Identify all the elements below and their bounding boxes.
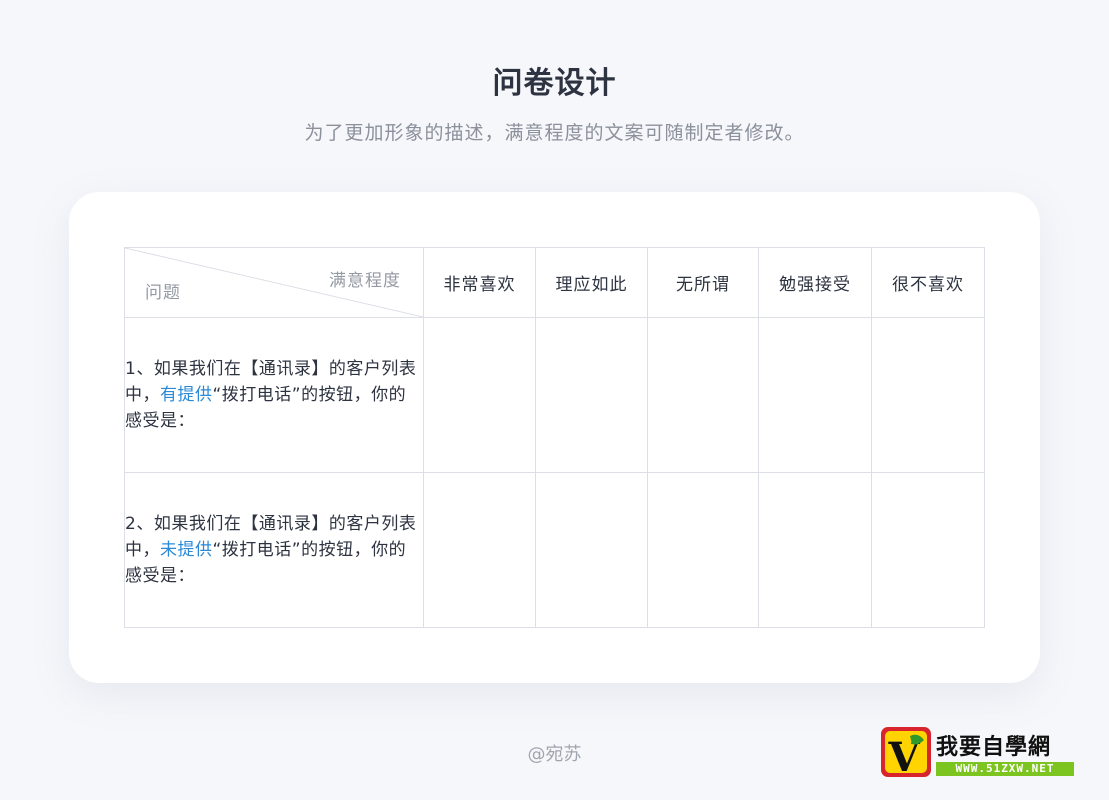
rating-cell[interactable] <box>871 472 985 628</box>
rating-cell[interactable] <box>758 472 872 628</box>
question-highlight: 有提供 <box>160 385 213 405</box>
rating-cell[interactable] <box>647 317 759 473</box>
site-watermark: V 我要自學網 WWW.51ZXW.NET <box>880 726 1076 778</box>
column-header: 勉强接受 <box>758 247 872 318</box>
rating-cell[interactable] <box>423 317 536 473</box>
table-row: 1、如果我们在【通讯录】的客户列表中，有提供“拨打电话”的按钮，你的感受是： <box>124 317 985 473</box>
column-header: 非常喜欢 <box>423 247 536 318</box>
question-axis-label: 问题 <box>145 283 181 303</box>
survey-table: 满意程度 问题 非常喜欢 理应如此 无所谓 勉强接受 很不喜欢 1、如果我们在【… <box>124 247 985 628</box>
column-header: 很不喜欢 <box>871 247 985 318</box>
rating-cell[interactable] <box>758 317 872 473</box>
corner-header-cell: 满意程度 问题 <box>124 247 424 318</box>
site-logo-icon: V <box>881 727 931 778</box>
rating-cell[interactable] <box>535 472 648 628</box>
rating-cell[interactable] <box>871 317 985 473</box>
rating-cell[interactable] <box>535 317 648 473</box>
page-subtitle: 为了更加形象的描述，满意程度的文案可随制定者修改。 <box>304 122 805 144</box>
survey-card: 满意程度 问题 非常喜欢 理应如此 无所谓 勉强接受 很不喜欢 1、如果我们在【… <box>69 192 1040 683</box>
page-title: 问卷设计 <box>492 66 617 101</box>
site-url: WWW.51ZXW.NET <box>936 762 1074 776</box>
rating-axis-label: 满意程度 <box>329 271 401 291</box>
column-header: 无所谓 <box>647 247 759 318</box>
question-highlight: 未提供 <box>160 540 213 560</box>
site-name: 我要自學網 <box>936 735 1052 760</box>
column-header: 理应如此 <box>535 247 648 318</box>
question-cell: 2、如果我们在【通讯录】的客户列表中，未提供“拨打电话”的按钮，你的感受是： <box>124 472 424 628</box>
question-cell: 1、如果我们在【通讯录】的客户列表中，有提供“拨打电话”的按钮，你的感受是： <box>124 317 424 473</box>
table-header-row: 满意程度 问题 非常喜欢 理应如此 无所谓 勉强接受 很不喜欢 <box>124 247 985 318</box>
table-row: 2、如果我们在【通讯录】的客户列表中，未提供“拨打电话”的按钮，你的感受是： <box>124 472 985 628</box>
rating-cell[interactable] <box>423 472 536 628</box>
rating-cell[interactable] <box>647 472 759 628</box>
